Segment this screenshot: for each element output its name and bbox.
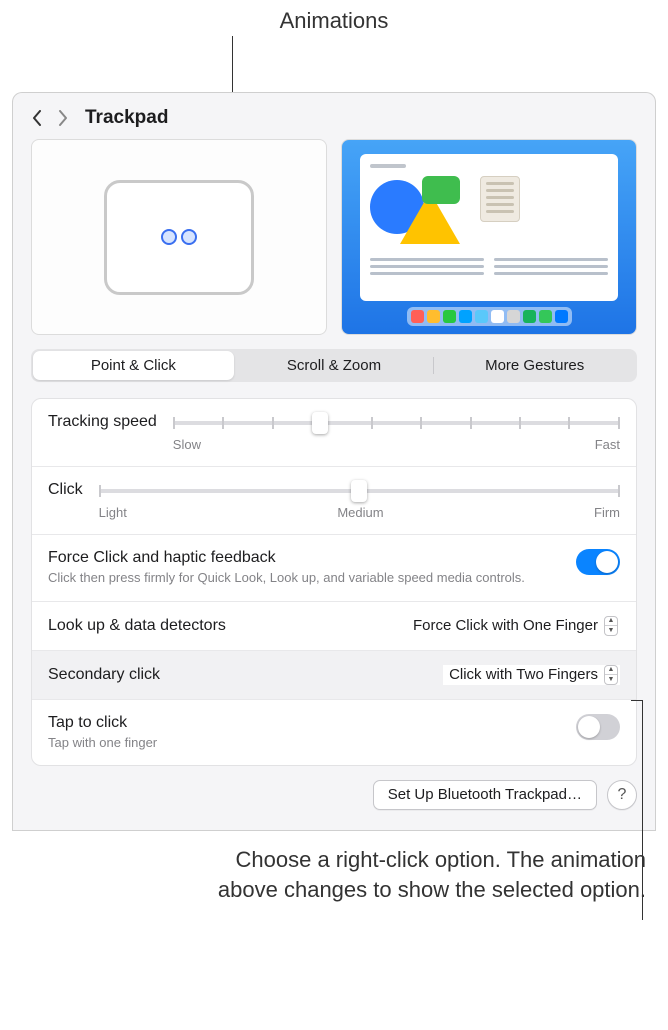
callout-line bbox=[642, 700, 643, 920]
secondary-click-popup[interactable]: Click with Two Fingers ▲▼ bbox=[443, 665, 620, 685]
row-secondary-click: Secondary click Click with Two Fingers ▲… bbox=[32, 651, 636, 700]
animation-previews bbox=[13, 139, 655, 335]
nav-buttons bbox=[31, 108, 69, 128]
tracking-speed-label: Tracking speed bbox=[48, 413, 157, 431]
callout-secondary-click: Choose a right-click option. The animati… bbox=[0, 831, 668, 924]
page-title: Trackpad bbox=[85, 107, 168, 129]
force-click-label: Force Click and haptic feedback bbox=[48, 549, 560, 567]
tap-to-click-toggle[interactable] bbox=[576, 714, 620, 740]
tab-more-gestures[interactable]: More Gestures bbox=[434, 351, 635, 380]
context-menu-art bbox=[480, 176, 520, 222]
tab-bar: Point & Click Scroll & Zoom More Gesture… bbox=[31, 349, 637, 382]
force-click-desc: Click then press firmly for Quick Look, … bbox=[48, 569, 560, 587]
trackpad-settings-window: Trackpad bbox=[12, 92, 656, 830]
click-min-label: Light bbox=[99, 505, 127, 520]
click-max-label: Firm bbox=[594, 505, 620, 520]
forward-button[interactable] bbox=[57, 108, 69, 128]
back-button[interactable] bbox=[31, 108, 43, 128]
finger-dot-1 bbox=[161, 229, 177, 245]
tap-to-click-label: Tap to click bbox=[48, 714, 560, 732]
window-header: Trackpad bbox=[13, 93, 655, 139]
secondary-click-label: Secondary click bbox=[48, 666, 160, 684]
screen-animation bbox=[341, 139, 637, 335]
lookup-popup[interactable]: Force Click with One Finger ▲▼ bbox=[407, 616, 620, 636]
tracking-min-label: Slow bbox=[173, 437, 201, 452]
setup-bluetooth-button[interactable]: Set Up Bluetooth Trackpad… bbox=[373, 780, 597, 810]
trackpad-shape bbox=[104, 180, 254, 295]
bottom-actions: Set Up Bluetooth Trackpad… ? bbox=[31, 780, 637, 810]
row-force-click: Force Click and haptic feedback Click th… bbox=[32, 535, 636, 602]
help-button[interactable]: ? bbox=[607, 780, 637, 810]
tracking-max-label: Fast bbox=[595, 437, 620, 452]
lookup-value: Force Click with One Finger bbox=[413, 617, 598, 634]
popup-stepper-icon: ▲▼ bbox=[604, 616, 618, 636]
screen-window bbox=[360, 154, 618, 301]
lookup-label: Look up & data detectors bbox=[48, 617, 226, 635]
settings-panel: Tracking speed Slow Fast bbox=[31, 398, 637, 766]
row-lookup: Look up & data detectors Force Click wit… bbox=[32, 602, 636, 651]
tracking-speed-slider[interactable]: Slow Fast bbox=[173, 413, 620, 452]
row-click: Click Light Medium Firm bbox=[32, 467, 636, 535]
tab-scroll-zoom[interactable]: Scroll & Zoom bbox=[234, 351, 435, 380]
finger-dot-2 bbox=[181, 229, 197, 245]
row-tap-to-click: Tap to click Tap with one finger bbox=[32, 700, 636, 766]
dock-art bbox=[407, 307, 572, 326]
square-shape bbox=[422, 176, 460, 204]
click-slider[interactable]: Light Medium Firm bbox=[99, 481, 620, 520]
popup-stepper-icon: ▲▼ bbox=[604, 665, 618, 685]
tab-point-click[interactable]: Point & Click bbox=[33, 351, 234, 380]
click-mid-label: Medium bbox=[127, 505, 594, 520]
row-tracking-speed: Tracking speed Slow Fast bbox=[32, 399, 636, 467]
click-label: Click bbox=[48, 481, 83, 499]
trackpad-animation bbox=[31, 139, 327, 335]
tap-to-click-desc: Tap with one finger bbox=[48, 734, 560, 752]
force-click-toggle[interactable] bbox=[576, 549, 620, 575]
secondary-click-value: Click with Two Fingers bbox=[449, 666, 598, 683]
callout-animations: Animations bbox=[0, 0, 668, 34]
